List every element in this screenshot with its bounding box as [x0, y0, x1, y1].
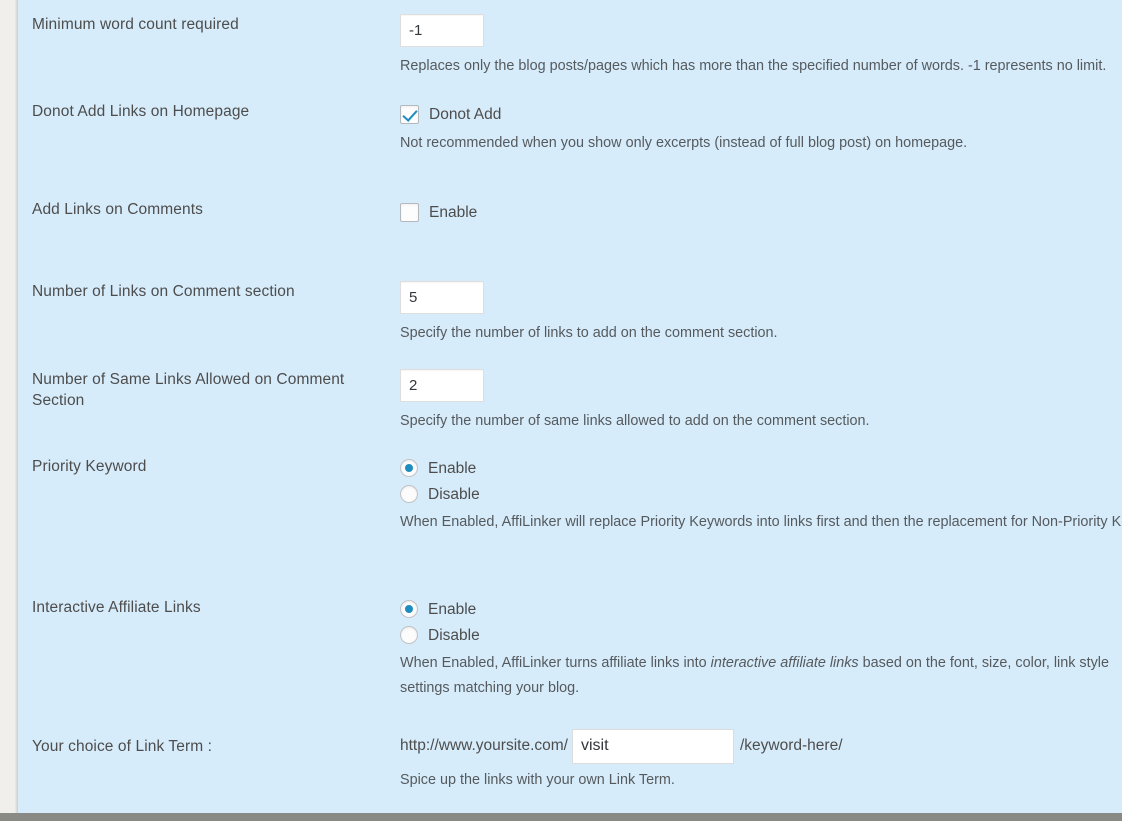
link-term-description: Spice up the links with your own Link Te…	[400, 772, 675, 788]
row-field-link-term: http://www.yoursite.com/ /keyword-here/ …	[400, 726, 1122, 793]
row-field-minimum-word-count: Replaces only the blog posts/pages which…	[400, 14, 1122, 79]
interactive-links-description-emphasis: interactive affiliate links	[710, 655, 859, 671]
priority-keyword-description: When Enabled, AffiLinker will replace Pr…	[400, 514, 1122, 530]
interactive-links-radio-enable[interactable]	[400, 600, 418, 618]
form-row-priority-keyword: Priority Keyword Enable Disable When Ena…	[18, 456, 1122, 535]
priority-keyword-radio-enable-label: Enable	[428, 459, 477, 477]
settings-page: Minimum word count required Replaces onl…	[0, 0, 1122, 821]
add-links-comments-checkbox-label: Enable	[429, 203, 478, 221]
row-label-priority-keyword: Priority Keyword	[32, 458, 147, 475]
row-label-link-term: Your choice of Link Term :	[32, 738, 213, 755]
minimum-word-count-description: Replaces only the blog posts/pages which…	[400, 58, 1107, 74]
same-links-allowed-input[interactable]	[400, 369, 484, 402]
row-label-donot-add-links-homepage: Donot Add Links on Homepage	[32, 103, 250, 120]
link-term-url-suffix: /keyword-here/	[739, 737, 843, 754]
form-row-same-links-allowed: Number of Same Links Allowed on Comment …	[18, 369, 1122, 434]
add-links-comments-checkbox-row[interactable]: Enable	[400, 199, 1122, 225]
row-field-add-links-comments: Enable	[400, 199, 1122, 225]
form-row-interactive-affiliate-links: Interactive Affiliate Links Enable Disab…	[18, 597, 1122, 701]
donot-add-checkbox[interactable]	[400, 104, 419, 124]
donot-add-checkbox-row[interactable]: Donot Add	[400, 101, 1122, 127]
form-row-minimum-word-count: Minimum word count required Replaces onl…	[18, 14, 1122, 79]
number-of-links-input[interactable]	[400, 281, 484, 314]
interactive-links-radio-enable-row[interactable]: Enable	[400, 597, 1122, 621]
number-of-links-description: Specify the number of links to add on th…	[400, 325, 778, 341]
row-label-add-links-comments: Add Links on Comments	[32, 201, 203, 218]
priority-keyword-radio-enable[interactable]	[400, 459, 418, 477]
form-row-donot-add-links-homepage: Donot Add Links on Homepage Donot Add No…	[18, 101, 1122, 156]
link-term-url-prefix: http://www.yoursite.com/	[400, 737, 568, 754]
row-field-donot-add-links-homepage: Donot Add Not recommended when you show …	[400, 101, 1122, 156]
interactive-links-radio-enable-label: Enable	[428, 600, 477, 618]
interactive-links-radio-disable[interactable]	[400, 626, 418, 644]
row-label-number-of-links: Number of Links on Comment section	[32, 283, 295, 300]
link-term-line: http://www.yoursite.com/ /keyword-here/	[400, 726, 1122, 766]
settings-form: Minimum word count required Replaces onl…	[18, 0, 1122, 813]
priority-keyword-radio-disable-label: Disable	[428, 485, 480, 503]
row-field-number-of-links: Specify the number of links to add on th…	[400, 281, 1122, 346]
priority-keyword-radio-enable-row[interactable]: Enable	[400, 456, 1122, 480]
donot-add-description: Not recommended when you show only excer…	[400, 135, 968, 151]
donot-add-checkbox-label: Donot Add	[429, 105, 502, 123]
row-label-minimum-word-count: Minimum word count required	[32, 16, 239, 33]
interactive-links-radio-disable-row[interactable]: Disable	[400, 623, 1122, 647]
row-label-interactive-affiliate-links: Interactive Affiliate Links	[32, 599, 201, 616]
page-left-gutter	[0, 0, 18, 821]
form-row-link-term: Your choice of Link Term : http://www.yo…	[18, 726, 1122, 793]
settings-panel: Minimum word count required Replaces onl…	[18, 0, 1122, 813]
same-links-allowed-description: Specify the number of same links allowed…	[400, 413, 870, 429]
interactive-links-radio-disable-label: Disable	[428, 626, 480, 644]
form-row-number-of-links: Number of Links on Comment section Speci…	[18, 281, 1122, 346]
horizontal-scrollbar[interactable]	[0, 813, 1122, 821]
interactive-links-description-before: When Enabled, AffiLinker turns affiliate…	[400, 655, 711, 671]
interactive-links-description: When Enabled, AffiLinker turns affiliate…	[400, 651, 1122, 701]
priority-keyword-radio-disable-row[interactable]: Disable	[400, 482, 1122, 506]
link-term-input[interactable]	[571, 728, 734, 764]
row-label-same-links-allowed: Number of Same Links Allowed on Comment …	[32, 371, 345, 409]
row-field-same-links-allowed: Specify the number of same links allowed…	[400, 369, 1122, 434]
minimum-word-count-input[interactable]	[400, 14, 484, 47]
add-links-comments-checkbox[interactable]	[400, 202, 419, 222]
priority-keyword-radio-disable[interactable]	[400, 485, 418, 503]
horizontal-scrollbar-thumb[interactable]	[0, 813, 696, 821]
form-row-add-links-comments: Add Links on Comments Enable	[18, 199, 1122, 225]
row-field-priority-keyword: Enable Disable When Enabled, AffiLinker …	[400, 456, 1122, 535]
row-field-interactive-affiliate-links: Enable Disable When Enabled, AffiLinker …	[400, 597, 1122, 701]
